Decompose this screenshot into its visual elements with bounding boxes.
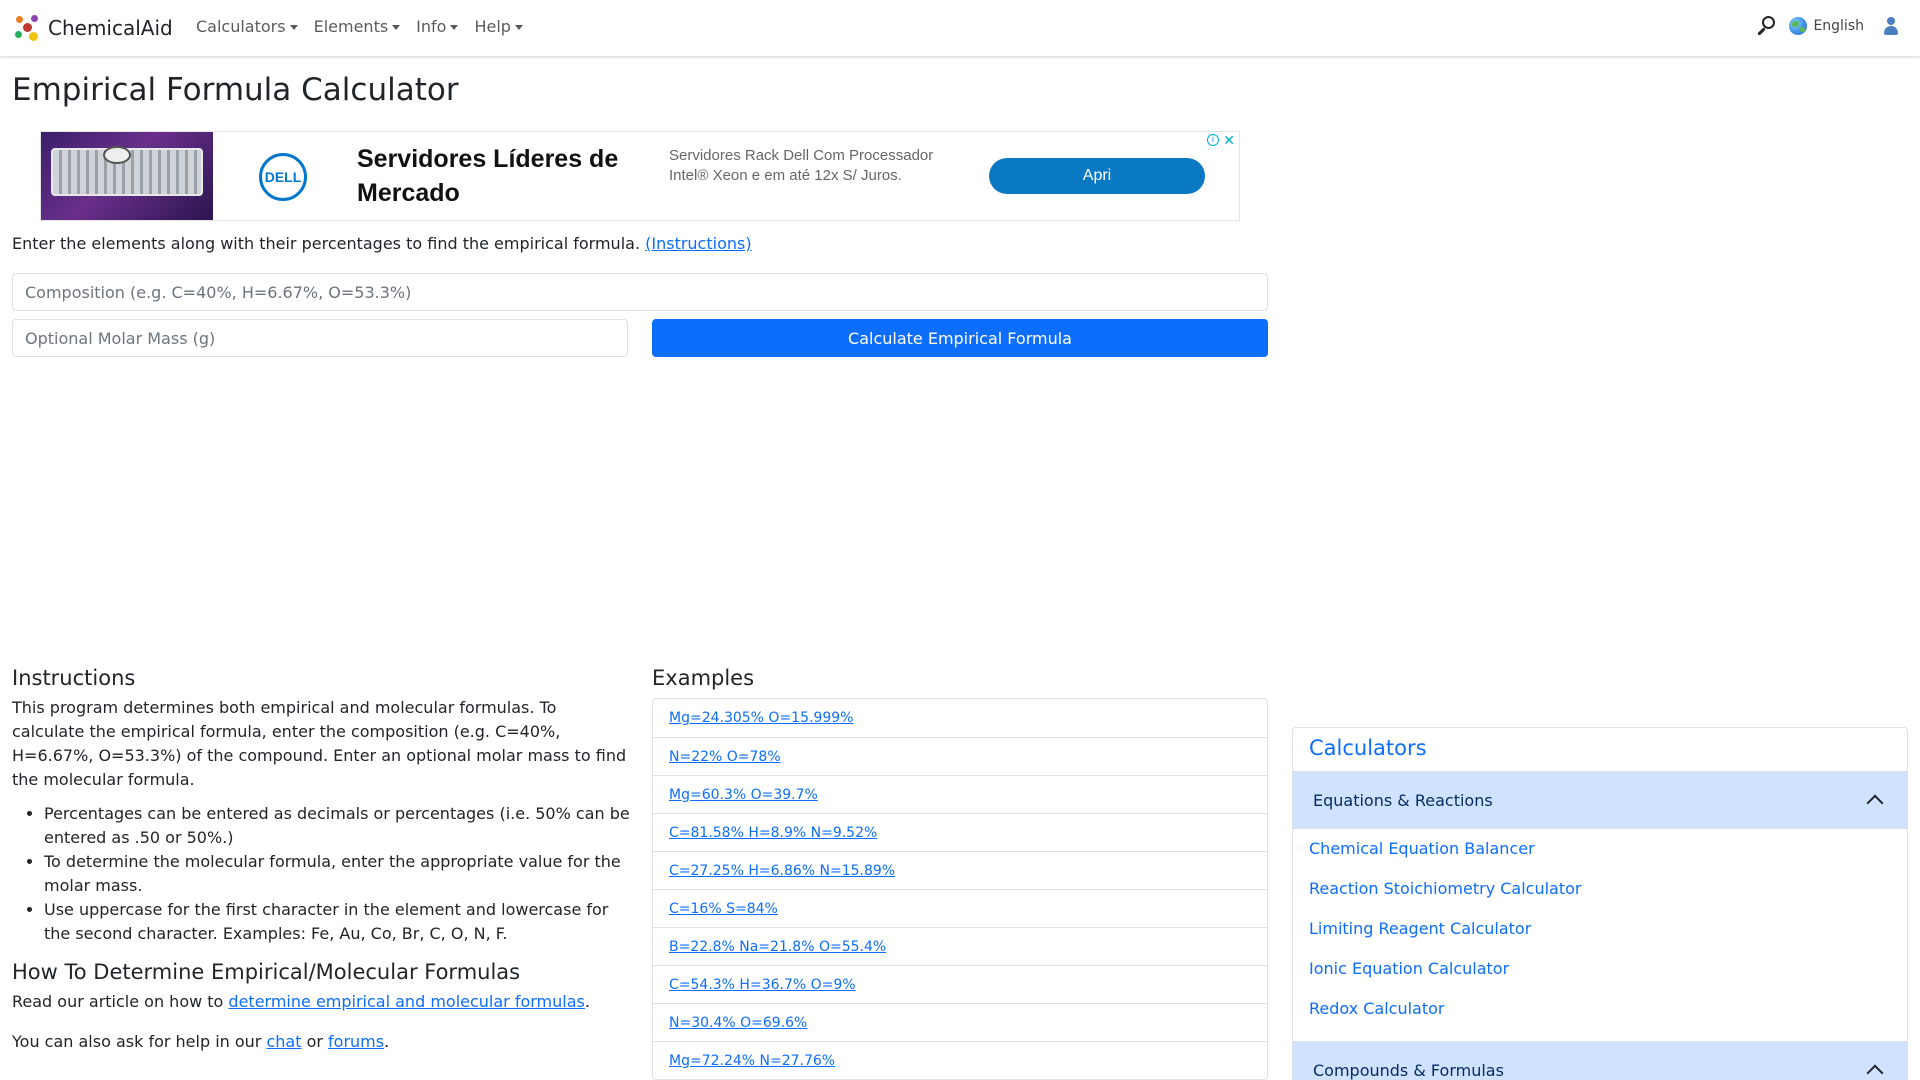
help-prefix: You can also ask for help in our bbox=[12, 1032, 267, 1051]
example-link[interactable]: Mg=24.305% O=15.999% bbox=[669, 710, 853, 726]
caret-down-icon bbox=[450, 25, 459, 30]
intro-text: Enter the elements along with their perc… bbox=[12, 234, 752, 253]
menu-label: Help bbox=[474, 17, 511, 36]
instructions-link[interactable]: (Instructions) bbox=[645, 234, 751, 253]
ad-cta-button[interactable]: Apri bbox=[989, 158, 1205, 194]
list-item: Mg=24.305% O=15.999% bbox=[653, 699, 1267, 737]
composition-input[interactable] bbox=[12, 273, 1268, 311]
chat-link[interactable]: chat bbox=[266, 1032, 301, 1051]
example-link[interactable]: C=27.25% H=6.86% N=15.89% bbox=[669, 863, 895, 879]
dell-logo-icon: DELL bbox=[259, 153, 307, 201]
accordion-compounds-formulas[interactable]: Compounds & Formulas bbox=[1293, 1041, 1907, 1080]
example-link[interactable]: C=16% S=84% bbox=[669, 901, 778, 917]
calculate-button[interactable]: Calculate Empirical Formula bbox=[652, 319, 1268, 357]
calculators-sidebar: Calculators Equations & Reactions Chemic… bbox=[1292, 727, 1908, 1080]
chemicalaid-logo-icon bbox=[14, 14, 40, 42]
sidebar-link-redox[interactable]: Redox Calculator bbox=[1309, 995, 1891, 1035]
instructions-section: Instructions This program determines bot… bbox=[12, 666, 632, 1054]
menu-label: Calculators bbox=[196, 17, 286, 36]
list-item: C=81.58% H=8.9% N=9.52% bbox=[653, 813, 1267, 851]
navbar-right: English bbox=[1755, 16, 1900, 36]
ad-headline: Servidores Líderes de Mercado bbox=[357, 145, 619, 207]
example-link[interactable]: C=81.58% H=8.9% N=9.52% bbox=[669, 825, 877, 841]
top-navbar: ChemicalAid Calculators Elements Info He… bbox=[0, 0, 1920, 56]
page-title: Empirical Formula Calculator bbox=[12, 72, 459, 108]
caret-down-icon bbox=[514, 25, 523, 30]
sidebar-link-limiting-reagent[interactable]: Limiting Reagent Calculator bbox=[1309, 915, 1891, 955]
howto-prefix: Read our article on how to bbox=[12, 992, 229, 1011]
list-item: Mg=60.3% O=39.7% bbox=[653, 775, 1267, 813]
examples-section: Examples Mg=24.305% O=15.999% N=22% O=78… bbox=[652, 666, 1268, 1080]
instructions-bullet: Percentages can be entered as decimals o… bbox=[44, 802, 632, 850]
examples-list: Mg=24.305% O=15.999% N=22% O=78% Mg=60.3… bbox=[652, 698, 1268, 1080]
globe-icon[interactable] bbox=[1789, 17, 1808, 35]
caret-down-icon bbox=[392, 25, 401, 30]
menu-info[interactable]: Info bbox=[416, 17, 459, 36]
howto-heading: How To Determine Empirical/Molecular For… bbox=[12, 960, 521, 984]
caret-down-icon bbox=[289, 25, 298, 30]
menu-calculators[interactable]: Calculators bbox=[196, 17, 298, 36]
accordion-equations-reactions[interactable]: Equations & Reactions bbox=[1293, 771, 1907, 829]
sidebar-title: Calculators bbox=[1309, 736, 1427, 760]
menu-label: Info bbox=[416, 17, 447, 36]
howto-article-link[interactable]: determine empirical and molecular formul… bbox=[228, 992, 584, 1011]
chevron-up-icon bbox=[1866, 1064, 1884, 1080]
molar-mass-input[interactable] bbox=[12, 319, 628, 357]
chevron-up-icon bbox=[1866, 794, 1884, 812]
list-item: N=22% O=78% bbox=[653, 737, 1267, 775]
list-item: C=16% S=84% bbox=[653, 889, 1267, 927]
brand-name: ChemicalAid bbox=[48, 16, 173, 40]
search-icon[interactable] bbox=[1755, 16, 1776, 36]
intro-description: Enter the elements along with their perc… bbox=[12, 234, 641, 253]
ad-server-image bbox=[41, 132, 213, 220]
help-suffix: . bbox=[384, 1032, 390, 1051]
instructions-list: Percentages can be entered as decimals o… bbox=[44, 802, 632, 946]
ad-body-text: Servidores Rack Dell Com Processador Int… bbox=[669, 147, 934, 184]
instructions-bullet: Use uppercase for the first character in… bbox=[44, 898, 632, 946]
user-icon[interactable] bbox=[1882, 17, 1900, 35]
list-item: C=27.25% H=6.86% N=15.89% bbox=[653, 851, 1267, 889]
accordion-body: Chemical Equation Balancer Reaction Stoi… bbox=[1293, 829, 1907, 1041]
example-link[interactable]: N=30.4% O=69.6% bbox=[669, 1015, 807, 1031]
accordion-label: Compounds & Formulas bbox=[1313, 1060, 1504, 1080]
instructions-heading: Instructions bbox=[12, 666, 136, 690]
menu-label: Elements bbox=[313, 17, 389, 36]
brand-link[interactable]: ChemicalAid bbox=[14, 14, 173, 42]
example-link[interactable]: Mg=72.24% N=27.76% bbox=[669, 1053, 835, 1069]
advertisement-banner[interactable]: DELL Servidores Líderes de Mercado Servi… bbox=[40, 131, 1240, 221]
language-selector[interactable]: English bbox=[1813, 18, 1864, 34]
example-link[interactable]: Mg=60.3% O=39.7% bbox=[669, 787, 818, 803]
howto-text: Read our article on how to determine emp… bbox=[12, 990, 632, 1014]
menu-help[interactable]: Help bbox=[474, 17, 523, 36]
sidebar-link-ionic-equation[interactable]: Ionic Equation Calculator bbox=[1309, 955, 1891, 995]
sidebar-link-reaction-stoichiometry[interactable]: Reaction Stoichiometry Calculator bbox=[1309, 875, 1891, 915]
list-item: N=30.4% O=69.6% bbox=[653, 1003, 1267, 1041]
menu-elements[interactable]: Elements bbox=[314, 17, 401, 36]
example-link[interactable]: B=22.8% Na=21.8% O=55.4% bbox=[669, 939, 886, 955]
howto-suffix: . bbox=[584, 992, 590, 1011]
sidebar-link-chemical-equation-balancer[interactable]: Chemical Equation Balancer bbox=[1309, 835, 1891, 875]
list-item: B=22.8% Na=21.8% O=55.4% bbox=[653, 927, 1267, 965]
examples-heading: Examples bbox=[652, 666, 755, 690]
help-or: or bbox=[301, 1032, 329, 1051]
instructions-paragraph: This program determines both empirical a… bbox=[12, 698, 627, 789]
example-link[interactable]: N=22% O=78% bbox=[669, 749, 781, 765]
instructions-bullet: To determine the molecular formula, ente… bbox=[44, 850, 632, 898]
ad-info-icon[interactable]: i bbox=[1207, 134, 1219, 146]
forums-link[interactable]: forums bbox=[328, 1032, 384, 1051]
list-item: Mg=72.24% N=27.76% bbox=[653, 1041, 1267, 1079]
main-menu: Calculators Elements Info Help bbox=[196, 17, 539, 36]
list-item: C=54.3% H=36.7% O=9% bbox=[653, 965, 1267, 1003]
ad-close-icon[interactable]: ✕ bbox=[1223, 132, 1235, 149]
help-text: You can also ask for help in our chat or… bbox=[12, 1030, 632, 1054]
example-link[interactable]: C=54.3% H=36.7% O=9% bbox=[669, 977, 856, 993]
accordion-label: Equations & Reactions bbox=[1313, 790, 1493, 810]
